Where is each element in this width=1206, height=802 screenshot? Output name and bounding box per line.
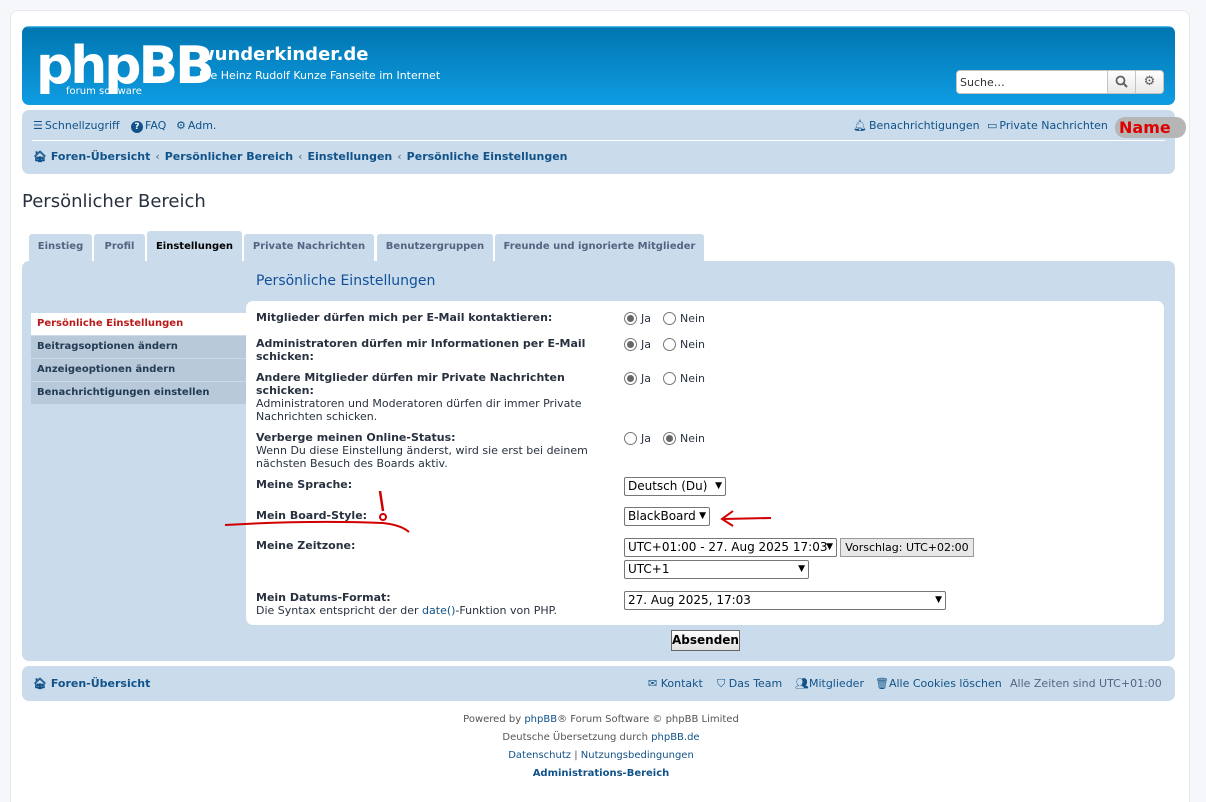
red-annotations (224, 490, 772, 533)
page-wrapper: phpBB forum software ® wunderkinder.de D… (10, 10, 1190, 802)
arrow-annotation (720, 510, 772, 527)
exclamation-annotation (378, 490, 387, 521)
underline-annotation (224, 520, 410, 533)
